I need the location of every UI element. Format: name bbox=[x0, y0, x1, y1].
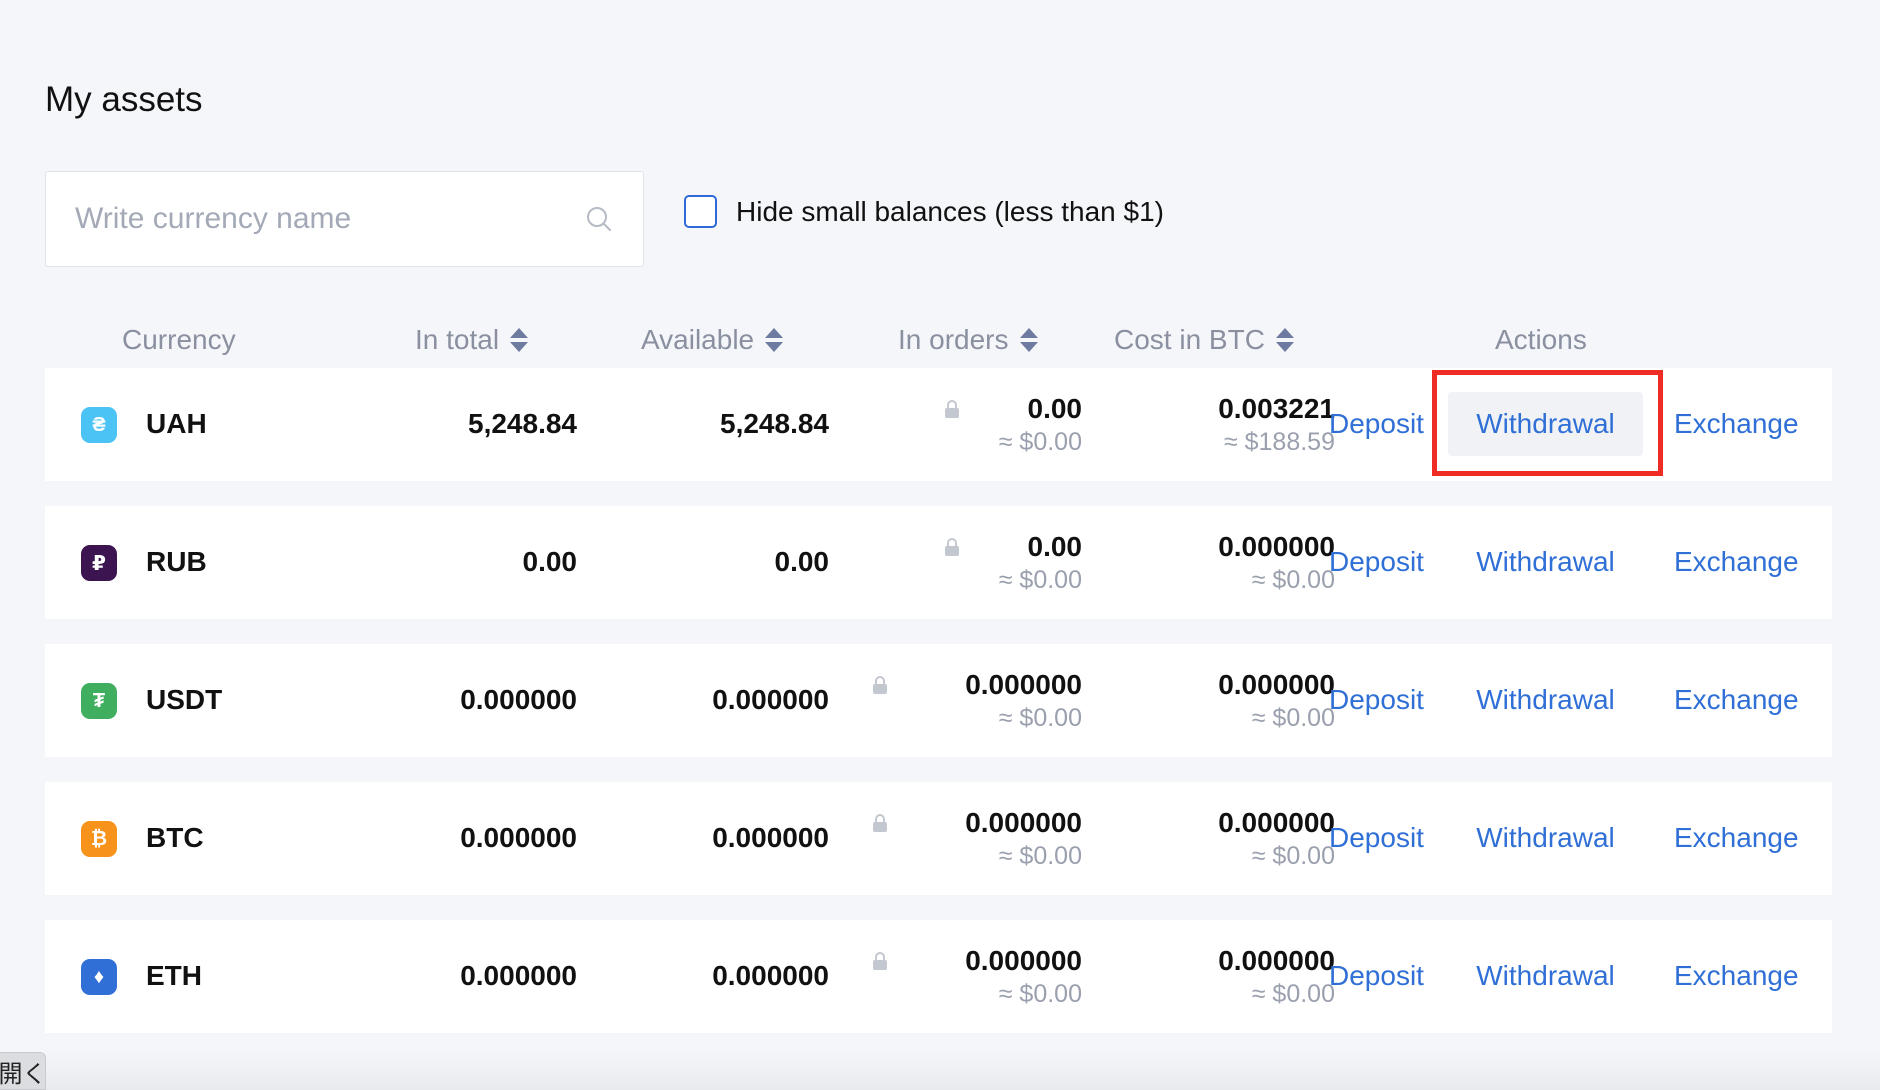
lock-icon bbox=[873, 814, 887, 832]
cost-btc-value: 0.003221 bbox=[1218, 393, 1335, 424]
bottom-fade bbox=[0, 1050, 1880, 1090]
in-orders-usd: ≈ $0.00 bbox=[998, 704, 1082, 732]
withdrawal-button[interactable]: Withdrawal bbox=[1448, 668, 1643, 732]
withdrawal-button[interactable]: Withdrawal bbox=[1448, 530, 1643, 594]
currency-symbol: USDT bbox=[146, 684, 223, 715]
deposit-button[interactable]: Deposit bbox=[1329, 822, 1424, 854]
in-orders-value: 0.00 bbox=[1027, 393, 1083, 424]
in-orders-value: 0.000000 bbox=[965, 669, 1082, 700]
available-value: 0.00 bbox=[774, 546, 830, 577]
cost-btc-value: 0.000000 bbox=[1218, 669, 1335, 700]
ruble-icon: ₽ bbox=[81, 545, 117, 581]
lock-icon bbox=[945, 538, 959, 556]
column-in-orders[interactable]: In orders bbox=[898, 318, 1040, 362]
withdrawal-button[interactable]: Withdrawal bbox=[1448, 944, 1643, 1008]
cost-btc-value: 0.000000 bbox=[1218, 945, 1335, 976]
tether-icon: ₮ bbox=[81, 683, 117, 719]
in-orders-usd: ≈ $0.00 bbox=[998, 428, 1082, 456]
in-orders-usd: ≈ $0.00 bbox=[998, 842, 1082, 870]
in-orders-usd: ≈ $0.00 bbox=[998, 980, 1082, 1008]
in-orders-value: 0.000000 bbox=[965, 807, 1082, 838]
available-value: 0.000000 bbox=[712, 960, 829, 991]
cost-usd-value: ≈ $0.00 bbox=[1251, 842, 1335, 870]
asset-row: ₮ USDT 0.000000 0.000000 0.000000 ≈ $0.0… bbox=[45, 644, 1832, 757]
hide-small-balances-label: Hide small balances (less than $1) bbox=[736, 195, 1164, 227]
in-total-value: 5,248.84 bbox=[468, 408, 577, 439]
column-currency: Currency bbox=[122, 324, 236, 355]
ethereum-icon: ♦ bbox=[81, 959, 117, 995]
currency-symbol: RUB bbox=[146, 546, 207, 577]
asset-row: ₿ BTC 0.000000 0.000000 0.000000 ≈ $0.00… bbox=[45, 782, 1832, 895]
bitcoin-icon: ₿ bbox=[81, 821, 117, 857]
sort-icon[interactable] bbox=[508, 325, 530, 355]
deposit-button[interactable]: Deposit bbox=[1329, 546, 1424, 578]
currency-symbol: UAH bbox=[146, 408, 207, 439]
currency-symbol: BTC bbox=[146, 822, 204, 853]
search-icon bbox=[587, 207, 611, 231]
sort-icon[interactable] bbox=[763, 325, 785, 355]
available-value: 0.000000 bbox=[712, 822, 829, 853]
asset-list: ₴ UAH 5,248.84 5,248.84 0.00 ≈ $0.00 0.0… bbox=[45, 368, 1832, 1058]
exchange-button[interactable]: Exchange bbox=[1674, 960, 1799, 992]
in-total-value: 0.000000 bbox=[460, 960, 577, 991]
column-in-total[interactable]: In total bbox=[415, 318, 530, 362]
withdrawal-button[interactable]: Withdrawal bbox=[1448, 392, 1643, 456]
column-cost-in-btc[interactable]: Cost in BTC bbox=[1114, 318, 1296, 362]
search-input[interactable] bbox=[75, 202, 555, 236]
cost-btc-value: 0.000000 bbox=[1218, 531, 1335, 562]
exchange-button[interactable]: Exchange bbox=[1674, 822, 1799, 854]
in-total-value: 0.000000 bbox=[460, 822, 577, 853]
asset-row: ♦ ETH 0.000000 0.000000 0.000000 ≈ $0.00… bbox=[45, 920, 1832, 1033]
in-orders-usd: ≈ $0.00 bbox=[998, 566, 1082, 594]
sort-icon[interactable] bbox=[1018, 325, 1040, 355]
deposit-button[interactable]: Deposit bbox=[1329, 684, 1424, 716]
exchange-button[interactable]: Exchange bbox=[1674, 408, 1799, 440]
asset-row: ₴ UAH 5,248.84 5,248.84 0.00 ≈ $0.00 0.0… bbox=[45, 368, 1832, 481]
lock-icon bbox=[873, 952, 887, 970]
page-title: My assets bbox=[45, 80, 203, 119]
exchange-button[interactable]: Exchange bbox=[1674, 546, 1799, 578]
lock-icon bbox=[945, 400, 959, 418]
cost-usd-value: ≈ $188.59 bbox=[1223, 428, 1335, 456]
lock-icon bbox=[873, 676, 887, 694]
sort-icon[interactable] bbox=[1274, 325, 1296, 355]
hryvnia-icon: ₴ bbox=[81, 407, 117, 443]
exchange-button[interactable]: Exchange bbox=[1674, 684, 1799, 716]
hide-small-balances-checkbox[interactable] bbox=[684, 195, 717, 228]
column-available[interactable]: Available bbox=[641, 318, 785, 362]
cost-usd-value: ≈ $0.00 bbox=[1251, 704, 1335, 732]
in-orders-value: 0.00 bbox=[1027, 531, 1083, 562]
table-header: Currency In total Available In orders Co… bbox=[45, 318, 1832, 362]
deposit-button[interactable]: Deposit bbox=[1329, 408, 1424, 440]
column-actions: Actions bbox=[1495, 324, 1587, 355]
asset-row: ₽ RUB 0.00 0.00 0.00 ≈ $0.00 0.000000 ≈ … bbox=[45, 506, 1832, 619]
in-total-value: 0.000000 bbox=[460, 684, 577, 715]
cost-usd-value: ≈ $0.00 bbox=[1251, 566, 1335, 594]
currency-symbol: ETH bbox=[146, 960, 202, 991]
search-box[interactable] bbox=[45, 171, 644, 267]
withdrawal-button[interactable]: Withdrawal bbox=[1448, 806, 1643, 870]
hide-small-balances-toggle[interactable]: Hide small balances (less than $1) bbox=[684, 195, 1164, 228]
page: My assets Hide small balances (less than… bbox=[0, 0, 1880, 1090]
open-tab[interactable]: 開く bbox=[0, 1052, 46, 1090]
cost-btc-value: 0.000000 bbox=[1218, 807, 1335, 838]
available-value: 0.000000 bbox=[712, 684, 829, 715]
in-total-value: 0.00 bbox=[522, 546, 578, 577]
available-value: 5,248.84 bbox=[720, 408, 829, 439]
deposit-button[interactable]: Deposit bbox=[1329, 960, 1424, 992]
in-orders-value: 0.000000 bbox=[965, 945, 1082, 976]
cost-usd-value: ≈ $0.00 bbox=[1251, 980, 1335, 1008]
